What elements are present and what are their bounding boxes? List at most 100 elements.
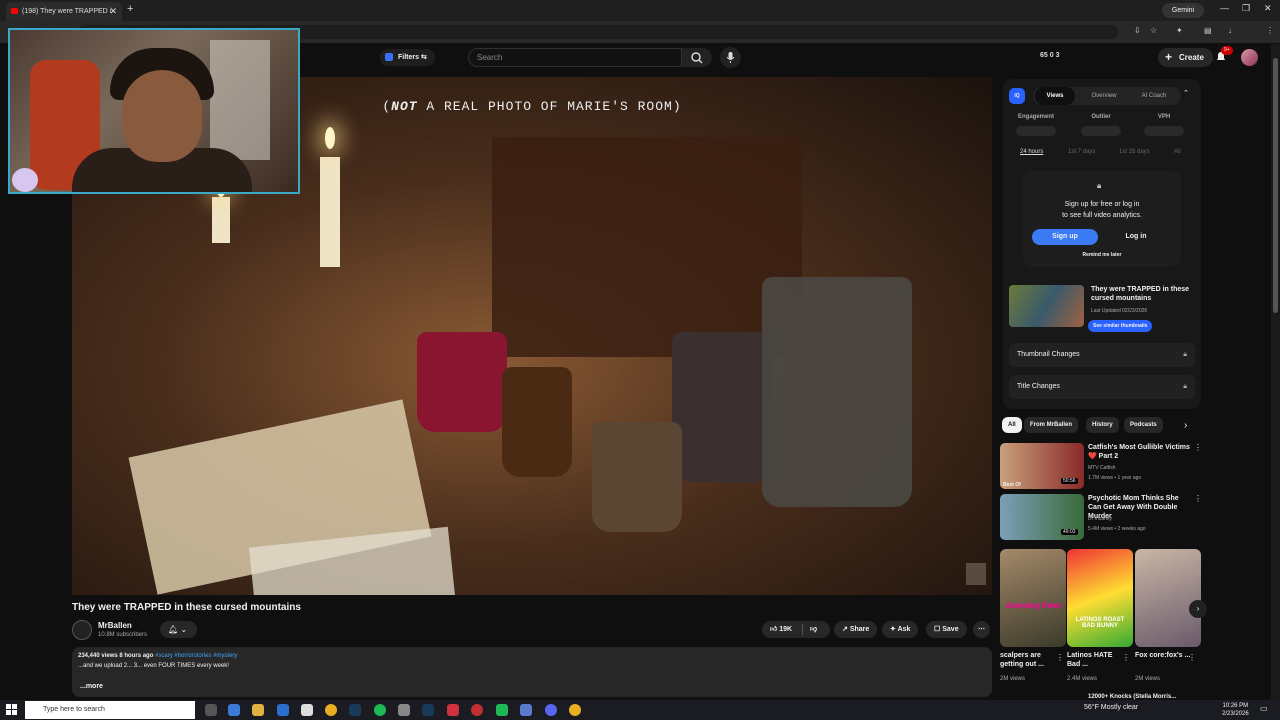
- discord-icon[interactable]: [545, 704, 557, 716]
- short-title[interactable]: Fox core:fox's ...: [1135, 651, 1193, 660]
- extension-stats[interactable]: 65 0 3: [1040, 52, 1059, 59]
- chip-all[interactable]: All: [1002, 417, 1022, 433]
- channel-avatar[interactable]: [72, 620, 92, 640]
- voice-search-button[interactable]: [720, 47, 741, 68]
- more-actions-button[interactable]: ⋯: [973, 621, 990, 638]
- range-24h[interactable]: 24 hours: [1020, 149, 1043, 155]
- browser-tab[interactable]: (198) They were TRAPPED i ✕: [6, 2, 122, 21]
- store-icon[interactable]: [277, 704, 289, 716]
- chrome-icon[interactable]: [569, 704, 581, 716]
- channel-name[interactable]: MrBallen: [98, 621, 132, 630]
- dislike-icon[interactable]: 👎︎: [810, 621, 817, 638]
- maximize-icon[interactable]: ❐: [1242, 3, 1250, 14]
- extensions-icon[interactable]: ✦: [1176, 26, 1183, 35]
- gemini-button[interactable]: Gemini: [1162, 3, 1204, 18]
- signup-text-1: Sign up for free or log in: [1064, 201, 1140, 208]
- chip-podcasts[interactable]: Podcasts: [1124, 417, 1163, 433]
- more-options-icon[interactable]: ⋮: [1194, 443, 1202, 452]
- range-all[interactable]: All: [1174, 149, 1181, 155]
- shorts-next-button[interactable]: ›: [1189, 600, 1207, 618]
- tab-ai-coach[interactable]: AI Coach: [1131, 87, 1177, 105]
- video-title: They were TRAPPED in these cursed mounta…: [72, 602, 301, 613]
- download-icon[interactable]: ↓: [1228, 26, 1232, 35]
- ask-label: Ask: [897, 626, 911, 633]
- weather-widget[interactable]: 56°F Mostly clear: [1084, 704, 1138, 711]
- windows-start-icon[interactable]: [6, 704, 17, 715]
- close-tab-icon[interactable]: ✕: [109, 2, 117, 21]
- chrome-icon[interactable]: [325, 704, 337, 716]
- short-title[interactable]: Latinos HATE Bad ...: [1067, 651, 1125, 669]
- copilot-icon[interactable]: [228, 704, 240, 716]
- steam-icon[interactable]: [422, 704, 434, 716]
- tab-views[interactable]: Views: [1035, 87, 1075, 105]
- page-scrollbar[interactable]: [1271, 44, 1280, 700]
- chip-from-mrballen[interactable]: From MrBallen: [1024, 417, 1079, 433]
- range-7d[interactable]: 1st 7 days: [1068, 149, 1095, 155]
- filters-button[interactable]: Filters ⇆: [380, 49, 435, 66]
- app-icon[interactable]: [496, 704, 508, 716]
- system-clock[interactable]: 10:26 PM 2/23/2026: [1222, 702, 1249, 718]
- collapse-icon[interactable]: ⌃: [1183, 89, 1189, 97]
- card-title: They were TRAPPED in these cursed mounta…: [1091, 286, 1190, 302]
- similar-thumbnails-button[interactable]: See similar thumbnails: [1088, 320, 1153, 332]
- sidebar-icon[interactable]: ▤: [1204, 26, 1212, 35]
- login-button[interactable]: Log in: [1103, 229, 1169, 245]
- bookmark-star-icon[interactable]: ☆: [1150, 26, 1157, 35]
- chevron-right-icon[interactable]: ›: [1184, 420, 1187, 431]
- subscribed-bell-button[interactable]: 🔔︎ ⌄: [160, 621, 197, 638]
- taskbar-search[interactable]: Type here to search: [25, 701, 195, 719]
- steam-icon[interactable]: [349, 704, 361, 716]
- more-options-icon[interactable]: ⋮: [1194, 494, 1202, 503]
- notification-center-icon[interactable]: ▭: [1260, 704, 1268, 713]
- channel-watermark[interactable]: [966, 563, 986, 585]
- description-box[interactable]: 234,440 views 8 hours ago #scary #horror…: [72, 647, 992, 697]
- file-explorer-icon[interactable]: [252, 704, 264, 716]
- tab-overview[interactable]: Overview: [1081, 87, 1127, 105]
- chip-history[interactable]: History: [1086, 417, 1119, 433]
- create-button[interactable]: + Create: [1158, 48, 1213, 67]
- app-icon[interactable]: [520, 704, 532, 716]
- thumbnail-changes-row[interactable]: Thumbnail Changes 🔒︎: [1009, 343, 1195, 367]
- calendar-icon[interactable]: [301, 704, 313, 716]
- recommended-video[interactable]: Best Of 50:56 Catfish's Most Gullible Vi…: [1000, 443, 1202, 491]
- short-thumbnail[interactable]: dumping them: [1000, 549, 1066, 647]
- profile-avatar[interactable]: [1241, 49, 1258, 66]
- remind-later-link[interactable]: Remind me later: [1023, 252, 1181, 258]
- scrollbar-thumb[interactable]: [1273, 58, 1278, 313]
- spotify-icon[interactable]: [374, 704, 386, 716]
- more-options-icon[interactable]: ⋮: [1056, 653, 1064, 662]
- signup-button[interactable]: Sign up: [1032, 229, 1098, 245]
- short-thumbnail[interactable]: [1135, 549, 1201, 647]
- more-options-icon[interactable]: ⋮: [1122, 653, 1130, 662]
- close-window-icon[interactable]: ✕: [1264, 3, 1272, 14]
- app-icon[interactable]: [398, 704, 410, 716]
- title-changes-row[interactable]: Title Changes 🔒︎: [1009, 375, 1195, 399]
- app-icon[interactable]: [471, 704, 483, 716]
- valorant-icon[interactable]: [447, 704, 459, 716]
- search-input[interactable]: Search: [468, 48, 682, 67]
- channel-name[interactable]: MTV Catfish: [1088, 465, 1116, 471]
- channel-name[interactable]: Dr Insanity: [1088, 516, 1112, 522]
- share-button[interactable]: ↗ Share: [834, 621, 878, 638]
- install-icon[interactable]: ⇩: [1134, 26, 1141, 35]
- range-28d[interactable]: 1st 28 days: [1119, 149, 1150, 155]
- short-thumbnail[interactable]: LATINOS ROAST BAD BUNNY: [1067, 549, 1133, 647]
- save-button[interactable]: ☐ Save: [926, 621, 967, 638]
- red-jar: [417, 332, 507, 432]
- more-options-icon[interactable]: ⋮: [1188, 653, 1196, 662]
- video-thumbnail[interactable]: [1009, 285, 1084, 327]
- browser-menu-icon[interactable]: ⋮: [1266, 26, 1274, 35]
- new-tab-button[interactable]: +: [127, 3, 133, 15]
- short-title[interactable]: scalpers are getting out ...: [1000, 651, 1058, 669]
- ask-button[interactable]: ✦ Ask: [882, 621, 919, 638]
- like-button[interactable]: 👍︎ 19K: [770, 626, 792, 633]
- search-button[interactable]: [682, 48, 712, 67]
- brown-jar: [502, 367, 572, 477]
- divider: [802, 624, 803, 635]
- show-more-button[interactable]: ...more: [80, 683, 103, 690]
- dark-jar: [672, 332, 772, 482]
- hashtags[interactable]: #scary #horrorstories #mystery: [155, 653, 237, 659]
- recommended-video[interactable]: 49:03 Psychotic Mom Thinks She Can Get A…: [1000, 494, 1202, 542]
- task-view-icon[interactable]: [205, 704, 217, 716]
- minimize-icon[interactable]: —: [1220, 3, 1229, 13]
